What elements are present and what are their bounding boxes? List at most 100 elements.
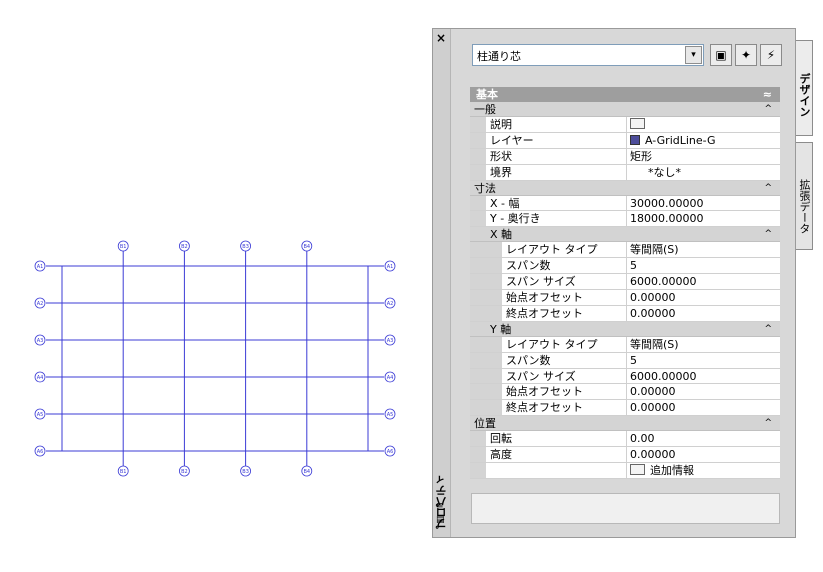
property-value[interactable]: 6000.00000	[627, 369, 780, 384]
category-dimensions[interactable]: 寸法 ^	[470, 180, 780, 196]
category-y-axis[interactable]: Y 軸 ^	[470, 321, 780, 337]
tab-extended-data[interactable]: 拡張データ	[796, 142, 813, 250]
property-value-text: 6000.00000	[630, 275, 697, 289]
property-row[interactable]: 境界 *なし*	[470, 164, 780, 181]
collapse-icon[interactable]: ≈	[763, 87, 772, 102]
row-indent	[470, 400, 502, 416]
property-name: 説明	[486, 117, 627, 132]
property-name: 終点オフセット	[502, 400, 627, 416]
property-name: 始点オフセット	[502, 384, 627, 400]
chevron-up-icon[interactable]: ^	[764, 227, 772, 242]
property-value[interactable]: 追加情報	[627, 463, 780, 478]
style-select[interactable]: 柱通り芯 ▾	[472, 44, 704, 66]
property-row[interactable]: 回転 0.00	[470, 431, 780, 448]
note-icon[interactable]	[630, 464, 645, 476]
property-value-text: 0.00000	[630, 306, 676, 320]
row-indent	[470, 211, 486, 227]
property-row[interactable]: レイヤー A-GridLine-G	[470, 132, 780, 149]
property-value-text: 6000.00000	[630, 369, 697, 383]
property-value[interactable]: 0.00000	[627, 290, 780, 305]
property-row[interactable]: スパン数 5	[470, 352, 780, 369]
property-row[interactable]: 終点オフセット 0.00000	[470, 305, 780, 322]
property-value[interactable]: *なし*	[627, 165, 780, 180]
close-icon[interactable]: ×	[436, 31, 446, 45]
property-row[interactable]: 始点オフセット 0.00000	[470, 290, 780, 306]
category-general[interactable]: 一般 ^	[470, 102, 780, 117]
category-location[interactable]: 位置 ^	[470, 416, 780, 432]
property-name: 形状	[486, 148, 627, 164]
select-objects-icon[interactable]: ▣	[710, 44, 732, 66]
grid-boundary	[61, 265, 369, 452]
property-row[interactable]: レイアウト タイプ 等間隔(S)	[470, 336, 780, 353]
chevron-up-icon[interactable]: ^	[764, 102, 772, 117]
property-value[interactable]: 5	[627, 353, 780, 368]
palette-title: プロパティ	[435, 474, 448, 529]
property-value[interactable]: 6000.00000	[627, 274, 780, 289]
property-row[interactable]: 高度 0.00000	[470, 447, 780, 464]
property-value[interactable]: 矩形	[627, 149, 780, 164]
grid-bubble-right-label: A3	[387, 338, 394, 344]
property-row[interactable]: 形状 矩形	[470, 148, 780, 165]
property-value[interactable]	[627, 117, 780, 132]
property-row[interactable]: 始点オフセット 0.00000	[470, 384, 780, 401]
category-x-axis[interactable]: X 軸 ^	[470, 227, 780, 243]
note-icon[interactable]	[630, 118, 645, 129]
property-name: 始点オフセット	[502, 290, 627, 305]
property-value[interactable]: 0.00000	[627, 400, 780, 415]
chevron-up-icon[interactable]: ^	[764, 322, 772, 337]
property-value[interactable]: A-GridLine-G	[627, 133, 780, 148]
property-name: スパン数	[502, 258, 627, 274]
grid-bubble-bottom-label: B4	[303, 469, 310, 475]
grid-bubble-left-label: A3	[37, 338, 44, 344]
property-value-text: *なし*	[648, 165, 681, 179]
property-row[interactable]: 説明	[470, 117, 780, 133]
property-value[interactable]: 5	[627, 258, 780, 273]
row-indent	[470, 384, 502, 400]
grid-bubble-left-label: A2	[37, 301, 44, 307]
property-row[interactable]: Y - 奥行き 18000.00000	[470, 211, 780, 228]
layer-color-swatch-icon	[630, 134, 640, 145]
grid-bubble-left-label: A1	[37, 264, 44, 270]
property-value[interactable]: 30000.00000	[627, 196, 780, 211]
category-dimensions-label: 寸法	[474, 181, 496, 195]
chevron-up-icon[interactable]: ^	[764, 181, 772, 196]
property-value[interactable]: 18000.00000	[627, 211, 780, 226]
grid-bubble-bottom-label: B3	[242, 469, 249, 475]
property-row[interactable]: スパン サイズ 6000.00000	[470, 274, 780, 291]
property-row[interactable]: レイアウト タイプ 等間隔(S)	[470, 242, 780, 259]
property-value[interactable]: 等間隔(S)	[627, 337, 780, 352]
row-indent	[470, 352, 502, 368]
grid-bubble-top-label: B4	[303, 244, 310, 250]
grid-drawing[interactable]: A1 A1 A2 A2 A3 A3 A4 A4 A5 A5 A6 A6 B1 B1 B2 B2 B3 B3 B4 B4	[0, 0, 430, 572]
quick-select-icon[interactable]: ⚡	[760, 44, 782, 66]
tab-design[interactable]: デザイン	[796, 40, 813, 136]
category-y-axis-label: Y 軸	[490, 322, 512, 336]
row-indent	[470, 132, 486, 148]
style-select-value: 柱通り芯	[477, 50, 521, 63]
property-value[interactable]: 0.00000	[627, 447, 780, 462]
chevron-up-icon[interactable]: ^	[764, 416, 772, 431]
property-value[interactable]: 0.00	[627, 431, 780, 446]
row-indent	[470, 447, 486, 463]
property-value[interactable]: 0.00000	[627, 306, 780, 321]
property-row[interactable]: 追加情報	[470, 463, 780, 479]
pick-add-icon[interactable]: ✦	[735, 44, 757, 66]
palette-title-bar[interactable]: × ≡ ▤ プロパティ	[433, 29, 451, 537]
property-name: 高度	[486, 447, 627, 463]
property-value[interactable]: 等間隔(S)	[627, 242, 780, 257]
property-value-text: 0.00000	[630, 448, 676, 462]
row-indent	[470, 164, 486, 180]
category-x-axis-label: X 軸	[490, 228, 513, 242]
property-value[interactable]: 0.00000	[627, 384, 780, 399]
property-row[interactable]: スパン サイズ 6000.00000	[470, 368, 780, 385]
property-row[interactable]: 終点オフセット 0.00000	[470, 400, 780, 417]
property-value-text: 18000.00000	[630, 212, 704, 226]
property-row[interactable]: X - 幅 30000.00000	[470, 195, 780, 212]
property-value-text: 0.00000	[630, 291, 676, 305]
section-header-basic[interactable]: 基本 ≈	[470, 87, 780, 102]
property-value-text: 等間隔(S)	[630, 243, 679, 257]
row-indent	[470, 290, 502, 305]
chevron-down-icon[interactable]: ▾	[685, 46, 702, 64]
property-row[interactable]: スパン数 5	[470, 258, 780, 275]
section-header-label: 基本	[476, 88, 498, 101]
